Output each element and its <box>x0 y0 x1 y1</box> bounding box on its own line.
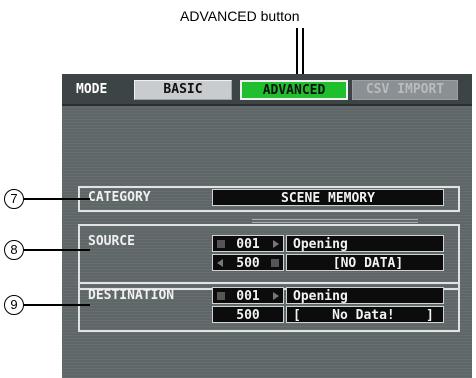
destination-label: DESTINATION <box>88 288 175 303</box>
destination-name-2[interactable]: [ No Data! ] <box>286 306 444 323</box>
category-divider <box>252 217 418 223</box>
mode-panel: MODE BASIC ADVANCED CSV IMPORT CATEGORY … <box>62 74 472 378</box>
callout-7-line <box>24 198 90 200</box>
triangle-right-icon <box>273 240 279 248</box>
source-label: SOURCE <box>88 234 135 249</box>
source-number-2[interactable]: 500 <box>212 254 284 271</box>
source-name-2[interactable]: [NO DATA] <box>286 254 444 271</box>
destination-number-1-value: 001 <box>236 289 260 304</box>
source-name-1[interactable]: Opening <box>286 235 444 252</box>
destination-name-1[interactable]: Opening <box>286 287 444 304</box>
square-indicator-icon <box>217 240 225 248</box>
category-label: CATEGORY <box>88 190 151 205</box>
callout-7: 7 <box>4 189 24 209</box>
callout-8: 8 <box>4 240 24 260</box>
mode-label: MODE <box>76 82 108 97</box>
source-number-1-value: 001 <box>236 237 260 252</box>
square-indicator-icon <box>217 292 225 300</box>
callout-9-line <box>24 304 90 306</box>
advanced-button[interactable]: ADVANCED <box>240 80 348 100</box>
source-number-2-value: 500 <box>236 256 260 271</box>
callout-8-line <box>24 249 90 251</box>
destination-number-2[interactable]: 500 <box>212 306 284 323</box>
triangle-left-icon <box>217 259 223 267</box>
category-field[interactable]: SCENE MEMORY <box>212 189 444 206</box>
advanced-button-caption: ADVANCED button <box>180 8 300 24</box>
triangle-right-icon <box>273 292 279 300</box>
source-number-1[interactable]: 001 <box>212 235 284 252</box>
csv-import-button[interactable]: CSV IMPORT <box>352 80 458 100</box>
square-indicator-icon <box>271 259 279 267</box>
mode-bar: MODE BASIC ADVANCED CSV IMPORT <box>62 74 472 106</box>
basic-button[interactable]: BASIC <box>134 80 232 100</box>
callout-9: 9 <box>4 295 24 315</box>
destination-number-1[interactable]: 001 <box>212 287 284 304</box>
